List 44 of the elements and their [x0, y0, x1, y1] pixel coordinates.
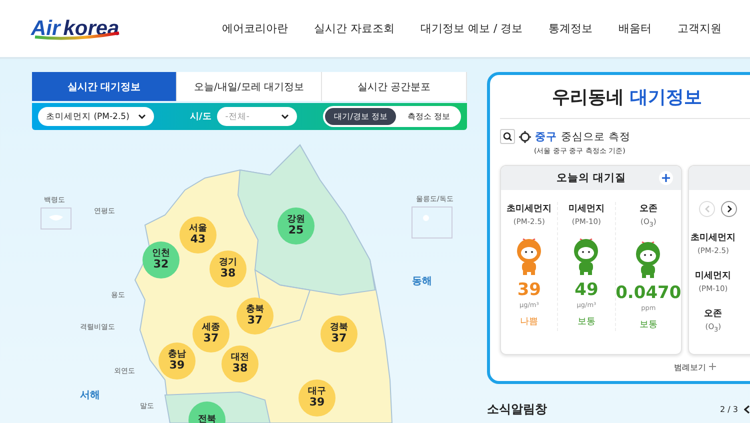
section-title: 소식알림창	[487, 401, 547, 418]
next-button[interactable]	[721, 201, 738, 217]
pollutant-name: 오존	[639, 203, 658, 215]
search-button[interactable]	[500, 129, 515, 144]
card-heading: 오늘의 대기질	[556, 171, 626, 185]
chevron-left-icon[interactable]	[744, 405, 750, 414]
chevron-left-icon	[704, 205, 710, 213]
pollutant-name: 미세먼지	[695, 270, 732, 282]
plus-icon	[708, 363, 716, 370]
sea-label: 서해	[80, 389, 100, 402]
pollutant-name: 미세먼지	[568, 203, 604, 215]
legend-link[interactable]: 범례보기	[668, 361, 722, 374]
pollutant-name: 오존	[704, 308, 722, 320]
nav-menu-item[interactable]: 통계정보	[536, 21, 606, 36]
chevron-down-icon	[138, 114, 146, 119]
more-button[interactable]	[659, 171, 674, 185]
pollutant-dropdown[interactable]: 초미세먼지 (PM-2.5)	[38, 107, 154, 126]
grade-label: 나쁨	[520, 316, 538, 328]
pollutant-name: 초미세먼지	[690, 232, 736, 244]
location-caption: 중심으로 측정	[561, 130, 630, 144]
pollutant-value: 49	[574, 280, 598, 300]
nav-menu-item[interactable]: 대기정보 예보 / 경보	[408, 21, 536, 36]
nav-menu-item[interactable]: 실시간 자료조회	[301, 21, 408, 36]
crosshair-icon[interactable]	[519, 130, 531, 142]
pollutant-value: 0.0470	[616, 282, 682, 302]
pollutant-value: 39	[517, 280, 541, 300]
card-title: 우리동네	[552, 86, 624, 108]
nav-menu-item[interactable]: 고객지원	[664, 21, 735, 36]
nav-menu-item[interactable]: 배움터	[606, 21, 665, 36]
grade-label: 보통	[639, 318, 658, 330]
grade-label: 보통	[577, 316, 596, 328]
tab[interactable]: 실시간 대기정보	[32, 72, 177, 101]
pollutant-name: 초미세먼지	[506, 203, 552, 215]
region-label: 시/도	[190, 111, 212, 123]
chevron-right-icon	[726, 205, 732, 213]
toggle-option[interactable]: 대기/경보 정보	[325, 108, 396, 125]
card-title: 대기정보	[630, 86, 702, 108]
search-icon	[503, 132, 512, 141]
chevron-down-icon	[281, 114, 290, 119]
location-link[interactable]: 중구	[535, 130, 557, 144]
page-counter: 2 / 3	[720, 405, 738, 414]
plus-icon	[662, 174, 670, 182]
nav-menu-item[interactable]: 에어코리아란	[209, 21, 301, 36]
sea-label: 동해	[412, 275, 432, 288]
